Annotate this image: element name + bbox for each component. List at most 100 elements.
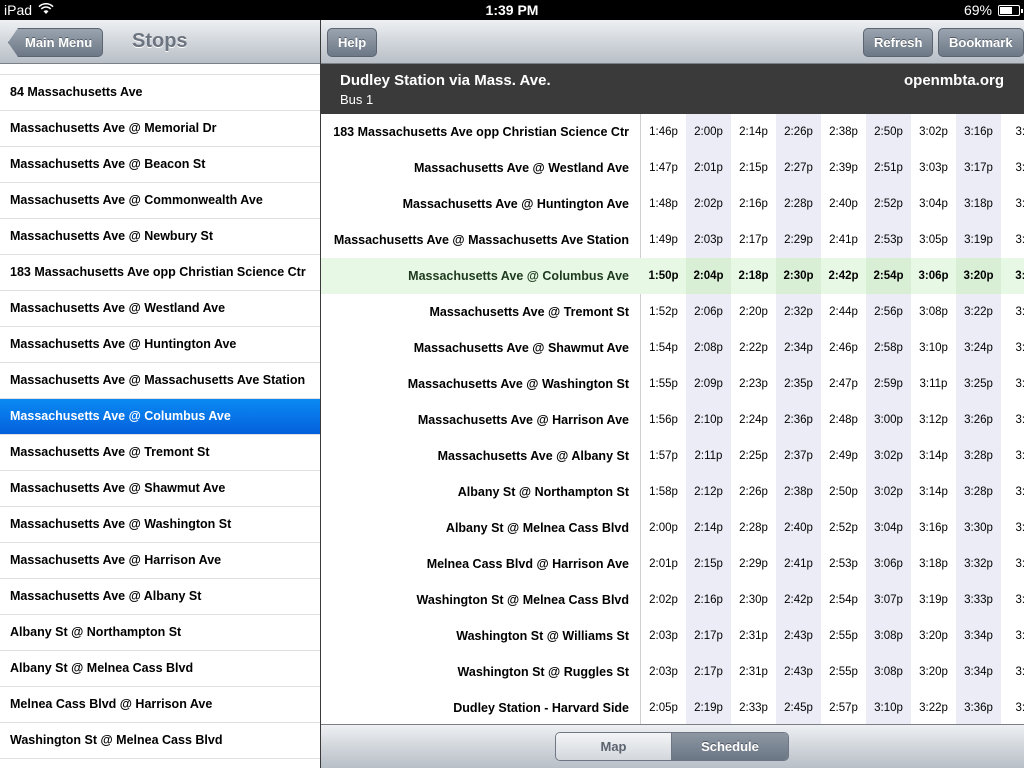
schedule-time-cell: 3:08p xyxy=(919,306,948,318)
schedule-time-cell: 2:01p xyxy=(686,150,731,186)
schedule-time-cell: 1:52p xyxy=(649,306,678,318)
stop-list-item-selected[interactable]: Massachusetts Ave @ Columbus Ave xyxy=(0,399,320,435)
stop-list-item[interactable]: Massachusetts Ave @ Beacon St xyxy=(0,147,320,183)
stop-list-item[interactable]: Albany St @ Northampton St xyxy=(0,615,320,651)
main-menu-back-button[interactable]: Main Menu xyxy=(8,28,104,57)
schedule-time-cell: 2:49p xyxy=(829,450,858,462)
map-segment-button[interactable]: Map xyxy=(556,733,672,760)
stops-title: Stops xyxy=(132,30,188,52)
schedule-row: Albany St @ Melnea Cass Blvd 2:00p 2:14p 2:… xyxy=(321,510,1024,546)
schedule-time-cell: 2:30p xyxy=(776,258,821,294)
stop-list[interactable]: 84 Massachusetts Ave Massachusetts Ave @ … xyxy=(0,64,320,768)
schedule-row-current: Massachusetts Ave @ Columbus Ave 1:50p 2:0… xyxy=(321,258,1024,294)
stop-list-item[interactable]: Albany St @ Melnea Cass Blvd xyxy=(0,651,320,687)
schedule-time-cell: 2:29p xyxy=(739,558,768,570)
stop-list-item[interactable]: Massachusetts Ave @ Commonwealth Ave xyxy=(0,183,320,219)
stop-list-item[interactable]: 84 Massachusetts Ave xyxy=(0,75,320,111)
schedule-row: Dudley Station - Harvard Side 2:05p 2:19p 2… xyxy=(321,690,1024,724)
schedule-time-cell: 2:50p xyxy=(829,486,858,498)
schedule-time-cell: 2:59p xyxy=(866,366,911,402)
schedule-time-cell: 2:55p xyxy=(829,666,858,678)
schedule-time-cell: 2:31p xyxy=(739,666,768,678)
stop-list-item[interactable]: Massachusetts Ave @ Albany St xyxy=(0,579,320,615)
route-subtitle: Bus 1 xyxy=(340,92,374,107)
schedule-time-cell: 3:06p xyxy=(866,546,911,582)
schedule-time-cell: 3:3 xyxy=(1015,270,1024,282)
stop-list-item[interactable]: Massachusetts Ave @ Westland Ave xyxy=(0,291,320,327)
schedule-time-cell: 3:19p xyxy=(919,594,948,606)
schedule-time-cell: 2:33p xyxy=(739,702,768,714)
bookmark-button[interactable]: Bookmark xyxy=(938,28,1024,57)
bottom-toolbar: Map Schedule xyxy=(321,724,1024,768)
schedule-time-cell: 2:55p xyxy=(829,630,858,642)
stops-toolbar: Main Menu Stops xyxy=(0,20,320,64)
schedule-time-cell: 2:03p xyxy=(649,630,678,642)
refresh-button[interactable]: Refresh xyxy=(863,28,934,57)
schedule-stop-name: Washington St @ Williams St xyxy=(456,629,629,643)
stop-list-item[interactable]: Massachusetts Ave @ Memorial Dr xyxy=(0,111,320,147)
stop-list-item[interactable]: Massachusetts Ave @ Shawmut Ave xyxy=(0,471,320,507)
schedule-time-cell: 3:20p xyxy=(919,666,948,678)
stop-list-item[interactable]: Massachusetts Ave @ Massachusetts Ave St… xyxy=(0,363,320,399)
schedule-segment-button[interactable]: Schedule xyxy=(672,733,788,760)
battery-percent: 69% xyxy=(963,2,992,18)
schedule-time-cell: 3:4 xyxy=(1015,666,1024,678)
schedule-time-cell: 2:52p xyxy=(866,186,911,222)
schedule-time-cell: 2:40p xyxy=(829,198,858,210)
stop-list-item[interactable]: Washington St @ Melnea Cass Blvd xyxy=(0,723,320,759)
schedule-time-cell: 2:54p xyxy=(829,594,858,606)
schedule-time-cell: 3:22p xyxy=(956,294,1001,330)
stop-list-item[interactable]: Massachusetts Ave @ Tremont St xyxy=(0,435,320,471)
stops-pane: Main Menu Stops 84 Massachusetts Ave Mass… xyxy=(0,20,320,768)
schedule-time-cell: 2:35p xyxy=(776,366,821,402)
stop-list-item[interactable]: Massachusetts Ave @ Huntington Ave xyxy=(0,327,320,363)
schedule-row: Massachusetts Ave @ Massachusetts Ave St… xyxy=(321,222,1024,258)
schedule-time-cell: 2:42p xyxy=(776,582,821,618)
schedule-time-cell: 3:34p xyxy=(956,618,1001,654)
schedule-time-cell: 3:18p xyxy=(919,558,948,570)
schedule-time-cell: 3:4 xyxy=(1015,594,1024,606)
stop-list-item[interactable]: Massachusetts Ave @ Washington St xyxy=(0,507,320,543)
stop-list-item[interactable]: Massachusetts Ave @ Harrison Ave xyxy=(0,543,320,579)
schedule-row: Washington St @ Williams St 2:03p 2:17p 2:3… xyxy=(321,618,1024,654)
schedule-row: Massachusetts Ave @ Westland Ave 1:47p 2:0… xyxy=(321,150,1024,186)
schedule-time-cell: 1:49p xyxy=(649,234,678,246)
schedule-table[interactable]: 183 Massachusetts Ave opp Christian Scie… xyxy=(321,114,1024,724)
schedule-time-cell: 2:43p xyxy=(776,654,821,690)
help-button[interactable]: Help xyxy=(327,28,378,57)
schedule-time-cell: 2:57p xyxy=(829,702,858,714)
schedule-stop-name: Massachusetts Ave @ Huntington Ave xyxy=(402,197,629,211)
schedule-time-cell: 2:43p xyxy=(776,618,821,654)
schedule-time-cell: 3:4 xyxy=(1015,450,1024,462)
schedule-time-cell: 3:02p xyxy=(919,126,948,138)
schedule-time-cell: 2:23p xyxy=(739,378,768,390)
stop-list-item[interactable]: 183 Massachusetts Ave opp Christian Scie… xyxy=(0,255,320,291)
schedule-time-cell: 2:26p xyxy=(776,114,821,150)
schedule-time-cell: 2:40p xyxy=(776,510,821,546)
schedule-time-cell: 3:3 xyxy=(1015,162,1024,174)
schedule-stop-name: Albany St @ Northampton St xyxy=(457,485,629,499)
schedule-time-cell: 3:14p xyxy=(919,486,948,498)
schedule-time-cell: 3:28p xyxy=(956,474,1001,510)
schedule-time-cell: 2:00p xyxy=(649,522,678,534)
schedule-time-cell: 1:50p xyxy=(648,270,679,282)
schedule-row: Washington St @ Melnea Cass Blvd 2:02p 2:1… xyxy=(321,582,1024,618)
schedule-row: Massachusetts Ave @ Huntington Ave 1:48p 2… xyxy=(321,186,1024,222)
status-time: 1:39 PM xyxy=(485,2,539,18)
schedule-time-cell: 2:15p xyxy=(739,162,768,174)
stop-list-item[interactable]: Melnea Cass Blvd @ Harrison Ave xyxy=(0,687,320,723)
stop-list-partial-row xyxy=(0,64,320,75)
stop-list-item[interactable]: Massachusetts Ave @ Newbury St xyxy=(0,219,320,255)
schedule-time-cell: 3:26p xyxy=(956,402,1001,438)
schedule-time-cell: 2:28p xyxy=(739,522,768,534)
schedule-time-cell: 3:30p xyxy=(956,510,1001,546)
schedule-time-cell: 2:12p xyxy=(686,474,731,510)
schedule-time-cell: 2:10p xyxy=(686,402,731,438)
schedule-time-cell: 2:09p xyxy=(686,366,731,402)
schedule-time-cell: 2:17p xyxy=(686,654,731,690)
schedule-time-cell: 2:04p xyxy=(686,258,731,294)
schedule-time-cell: 2:26p xyxy=(739,486,768,498)
schedule-stop-name: Massachusetts Ave @ Columbus Ave xyxy=(408,269,629,283)
schedule-time-cell: 2:32p xyxy=(776,294,821,330)
schedule-time-cell: 2:00p xyxy=(686,114,731,150)
